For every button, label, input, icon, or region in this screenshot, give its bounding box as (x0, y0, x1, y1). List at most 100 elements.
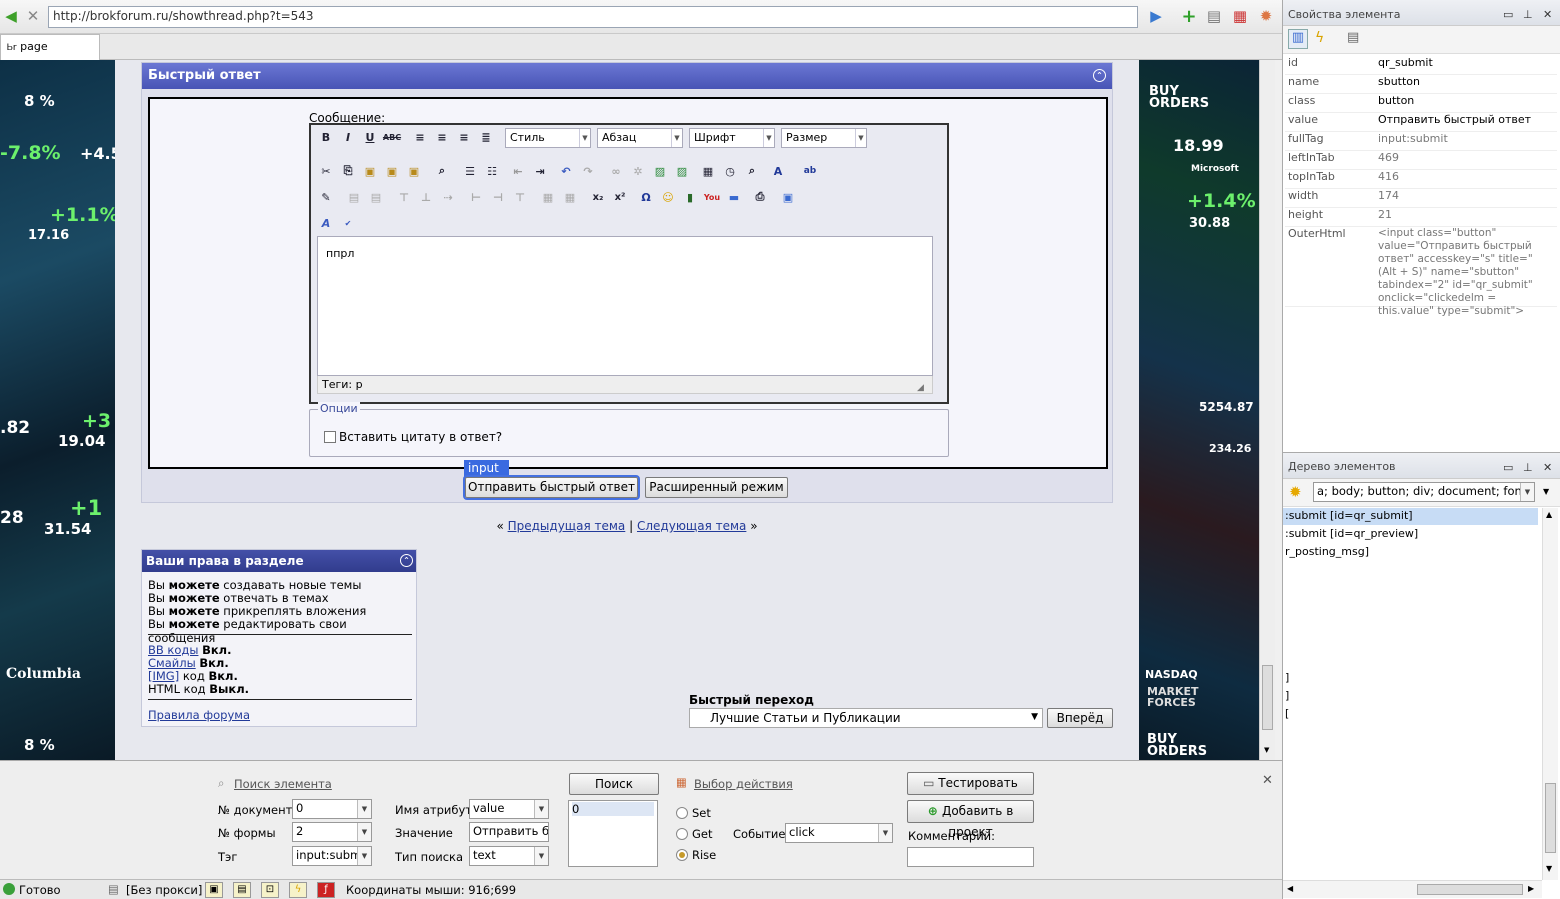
video-icon[interactable]: ▮ (681, 188, 699, 206)
undo-icon[interactable]: ↶ (557, 162, 575, 180)
row-after-icon[interactable]: ⊥ (417, 188, 435, 206)
back-arrow-icon[interactable]: ◀ (2, 7, 20, 25)
result-item[interactable]: 0 (572, 802, 654, 816)
result-list[interactable]: 0 (568, 800, 658, 867)
collapse-icon[interactable]: ⌃ (400, 554, 413, 567)
find-icon[interactable]: ⌕ (433, 162, 451, 180)
insert-media-icon[interactable]: ▨ (673, 162, 691, 180)
split-cells-icon[interactable]: ▦ (561, 188, 579, 206)
properties-view-icon[interactable]: ▥ (1288, 29, 1308, 49)
attr-value-field[interactable]: Отправить быс (469, 822, 549, 842)
outdent-icon[interactable]: ⇤ (509, 162, 527, 180)
redo-icon[interactable]: ↷ (579, 162, 597, 180)
property-value[interactable]: Отправить быстрый ответ (1378, 113, 1531, 126)
table-props-icon[interactable]: ▤ (367, 188, 385, 206)
close-icon[interactable]: ✕ (1262, 773, 1273, 788)
delete-col-icon[interactable]: ⊤ (511, 188, 529, 206)
subscript-icon[interactable]: x₂ (589, 188, 607, 206)
link-icon[interactable]: ∞ (607, 162, 625, 180)
events-view-icon[interactable]: ϟ (1315, 30, 1324, 46)
indent-icon[interactable]: ⇥ (531, 162, 549, 180)
scroll-right-icon[interactable]: ▶ (1528, 884, 1534, 893)
tree-hscrollbar[interactable]: ◀ ▶ (1283, 880, 1542, 898)
paste-text-icon[interactable]: ▣ (383, 162, 401, 180)
paste-icon[interactable]: ▣ (361, 162, 379, 180)
submit-quick-reply-button[interactable]: Отправить быстрый ответ (463, 475, 640, 500)
spellcheck-icon[interactable]: ✔ (339, 214, 357, 232)
copy-icon[interactable]: ⎘ (339, 162, 357, 180)
get-radio[interactable] (676, 828, 688, 840)
underline-icon[interactable]: U (361, 128, 379, 146)
edit-source-icon[interactable]: ✎ (317, 188, 335, 206)
quote-option[interactable]: Вставить цитату в ответ? (324, 430, 502, 444)
attr-name-field[interactable]: value ▼ (469, 799, 549, 819)
quick-jump-go-button[interactable]: Вперёд (1047, 708, 1113, 728)
resize-grip-icon[interactable]: ◢ (917, 383, 924, 393)
bullet-list-icon[interactable]: ☰ (461, 162, 479, 180)
print-icon[interactable]: ⎙ (751, 188, 769, 206)
rise-radio[interactable] (676, 849, 688, 861)
strikethrough-icon[interactable]: ABC (383, 128, 401, 146)
scrollbar-thumb[interactable] (1417, 884, 1523, 895)
align-right-icon[interactable]: ≡ (455, 128, 473, 146)
justify-icon[interactable]: ≣ (477, 128, 495, 146)
advanced-mode-button[interactable]: Расширенный режим (645, 477, 788, 498)
align-left-icon[interactable]: ≡ (411, 128, 429, 146)
delete-row-icon[interactable]: ⇢ (439, 188, 457, 206)
set-radio[interactable] (676, 807, 688, 819)
event-tool-icon[interactable]: ϟ (289, 882, 307, 898)
stop-icon[interactable]: ✕ (24, 7, 42, 25)
tree-item[interactable]: :submit [id=qr_preview] (1285, 527, 1418, 540)
frame-tool-icon[interactable]: ⊡ (261, 882, 279, 898)
minimize-icon[interactable]: ▭ (1503, 8, 1513, 21)
italic-icon[interactable]: I (339, 128, 357, 146)
img-code-link[interactable]: [IMG] (148, 669, 179, 683)
fullscreen-icon[interactable]: ▣ (779, 188, 797, 206)
paste-word-icon[interactable]: ▣ (405, 162, 423, 180)
paragraph-dropdown[interactable]: Абзац ▼ (597, 128, 683, 148)
editor-content[interactable]: ппрл (317, 236, 933, 376)
go-icon[interactable]: ▶ (1147, 7, 1165, 25)
special-char-icon[interactable]: Ω (637, 188, 655, 206)
preview-icon[interactable]: ⌕ (743, 162, 761, 180)
scrollbar-thumb[interactable] (1262, 665, 1273, 730)
rise-option[interactable]: Rise (676, 848, 716, 862)
doc-number-field[interactable]: 0 ▼ (292, 799, 372, 819)
remove-format-icon[interactable]: A (317, 214, 335, 232)
tree-item[interactable]: [ (1285, 707, 1289, 720)
unlink-icon[interactable]: ✲ (629, 162, 647, 180)
highlight-color-icon[interactable]: ab (801, 162, 819, 180)
source-view-icon[interactable]: ▤ (1347, 30, 1359, 45)
forum-rules-link[interactable]: Правила форума (148, 708, 250, 722)
scroll-down-icon[interactable]: ▼ (1546, 864, 1552, 873)
property-value[interactable]: qr_submit (1378, 56, 1433, 69)
url-field[interactable]: http://brokforum.ru/showthread.php?t=543 (48, 6, 1138, 28)
superscript-icon[interactable]: x² (611, 188, 629, 206)
youtube-icon[interactable]: You (703, 188, 721, 206)
search-element-link[interactable]: Поиск элемента (234, 777, 332, 791)
quote-checkbox[interactable] (324, 431, 336, 443)
search-button[interactable]: Поиск (569, 773, 659, 795)
scroll-down-icon[interactable]: ▼ (1264, 746, 1269, 754)
numbered-list-icon[interactable]: ☷ (483, 162, 501, 180)
document-icon[interactable]: ▤ (1205, 7, 1223, 25)
insert-image-icon[interactable]: ▨ (651, 162, 669, 180)
scrollbar-thumb[interactable] (1545, 783, 1556, 853)
comment-field[interactable] (907, 847, 1034, 867)
tree-vscrollbar[interactable]: ▲ ▼ (1542, 508, 1558, 880)
form-number-field[interactable]: 2 ▼ (292, 822, 372, 842)
next-thread-link[interactable]: Следующая тема (637, 519, 746, 533)
tree-item[interactable]: :submit [id=qr_submit] (1285, 509, 1413, 522)
collapse-icon[interactable]: ⌃ (1093, 69, 1106, 82)
tag-filter-field[interactable]: a; body; button; div; document; font; ..… (1313, 482, 1535, 502)
bbcode-link[interactable]: BB коды (148, 643, 198, 657)
test-button[interactable]: ▭ Тестировать (907, 772, 1034, 795)
more-icon[interactable]: ▼ (1543, 487, 1549, 496)
proxy-status[interactable]: [Без прокси] (126, 883, 202, 897)
scroll-up-icon[interactable]: ▲ (1546, 510, 1552, 519)
search-type-field[interactable]: text ▼ (469, 846, 549, 866)
minimize-icon[interactable]: ▭ (1503, 461, 1513, 474)
property-value[interactable]: button (1378, 94, 1414, 107)
close-icon[interactable]: ✕ (1543, 8, 1552, 21)
horizontal-rule-icon[interactable]: ▬ (725, 188, 743, 206)
